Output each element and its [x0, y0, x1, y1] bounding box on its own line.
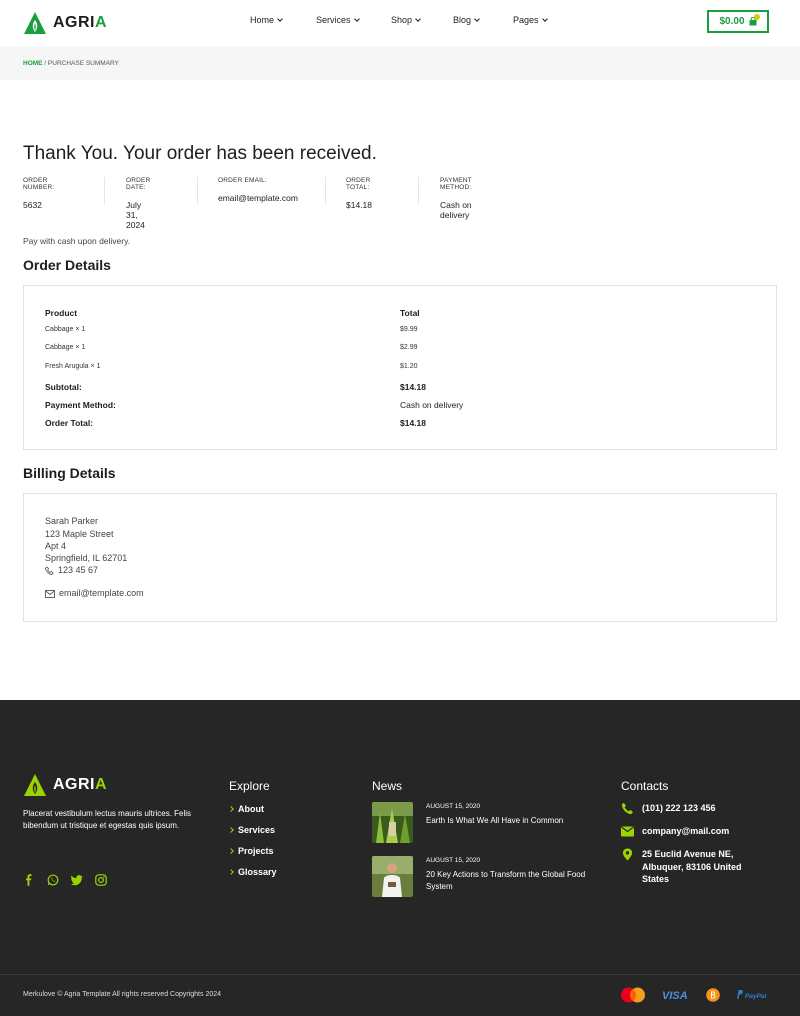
order-email: ORDER EMAIL: email@template.com [197, 177, 298, 205]
payment-method: PAYMENT METHOD: Cash on delivery [418, 177, 472, 220]
cart-total: $0.00 [719, 16, 745, 27]
footer-link-projects[interactable]: Projects [228, 846, 274, 856]
footer-logo[interactable]: AGRIA [23, 773, 107, 797]
news-thumbnail-image [372, 802, 413, 843]
footer-description: Placerat vestibulum lectus mauris ultric… [23, 809, 192, 830]
billing-city: Springfield, IL 62701 [45, 553, 128, 563]
phone-icon [45, 566, 54, 576]
contact-email[interactable]: company@mail.com [621, 825, 729, 838]
chevron-down-icon [474, 15, 480, 22]
visa-icon: VISA [662, 990, 688, 1002]
chevron-right-icon [228, 806, 234, 812]
chevron-down-icon [353, 15, 360, 22]
order-number: ORDER NUMBER: 5632 [23, 177, 55, 210]
billing-details-box: Sarah Parker 123 Maple Street Apt 4 Spri… [23, 493, 777, 622]
order-total: ORDER TOTAL: $14.18 [325, 177, 372, 210]
news-item[interactable]: AUGUST 15, 2020 Earth Is What We All Hav… [372, 802, 602, 844]
chevron-down-icon [277, 15, 283, 22]
chevron-down-icon [541, 15, 548, 22]
site-header: AGRIA Home Services Shop Blog Pages $0.0… [0, 0, 800, 46]
chevron-right-icon [228, 848, 234, 854]
svg-text:PayPal: PayPal [745, 993, 767, 1000]
payment-method-row: Payment Method: Cash on delivery [45, 400, 464, 410]
nav-shop[interactable]: Shop [391, 15, 421, 25]
news-item[interactable]: AUGUST 15, 2020 20 Key Actions to Transf… [372, 856, 602, 898]
facebook-icon[interactable] [23, 873, 35, 886]
map-pin-icon [622, 848, 633, 861]
twitter-icon[interactable] [70, 873, 83, 886]
page-title: Thank You. Your order has been received. [23, 143, 377, 164]
order-total-row: Order Total: $14.18 [45, 418, 426, 428]
explore-heading: Explore [229, 779, 270, 793]
main-nav: Home Services Shop Blog Pages [0, 15, 800, 29]
svg-text:VISA: VISA [662, 990, 688, 1002]
phone-icon [621, 802, 634, 815]
social-links [23, 873, 107, 886]
whatsapp-icon[interactable] [47, 873, 59, 886]
contact-address: 25 Euclid Avenue NE, Albuquer, 83106 Uni… [621, 848, 766, 886]
order-details-table: Product Total Cabbage × 1 $9.99 Cabbage … [23, 285, 777, 450]
breadcrumb: HOME / PURCHASE SUMMARY [23, 60, 119, 67]
order-details-title: Order Details [23, 257, 111, 273]
billing-details-title: Billing Details [23, 465, 116, 481]
table-row: Fresh Arugula × 1 $1.20 [45, 363, 418, 370]
breadcrumb-current: PURCHASE SUMMARY [47, 60, 119, 67]
order-date: ORDER DATE: July 31, 2024 [104, 177, 150, 230]
leaf-logo-icon [24, 774, 46, 796]
nav-services[interactable]: Services [316, 15, 360, 25]
footer-link-services[interactable]: Services [228, 825, 275, 835]
billing-name: Sarah Parker [45, 516, 99, 526]
contacts-heading: Contacts [621, 779, 669, 793]
billing-apt: Apt 4 [45, 541, 67, 551]
paypal-icon: PayPal [737, 990, 767, 1000]
chevron-right-icon [228, 869, 234, 875]
subtotal-row: Subtotal: $14.18 [45, 382, 426, 392]
instagram-icon[interactable] [95, 873, 107, 886]
chevron-right-icon [228, 827, 234, 833]
nav-blog[interactable]: Blog [453, 15, 480, 25]
news-heading: News [372, 779, 403, 793]
table-header: Product Total [45, 308, 420, 318]
bitcoin-icon [706, 988, 720, 1002]
nav-pages[interactable]: Pages [513, 15, 548, 25]
payment-note: Pay with cash upon delivery. [23, 236, 131, 246]
mail-icon [45, 589, 55, 598]
breadcrumb-home[interactable]: HOME [23, 60, 43, 67]
site-footer: AGRIA Placerat vestibulum lectus mauris … [0, 700, 800, 1016]
mastercard-icon [621, 987, 645, 1003]
billing-phone: 123 45 67 [45, 565, 98, 576]
footer-link-glossary[interactable]: Glossary [228, 867, 277, 877]
nav-home[interactable]: Home [250, 15, 283, 25]
cart-button[interactable]: $0.00 [707, 10, 769, 33]
footer-link-about[interactable]: About [228, 804, 264, 814]
mail-icon [621, 826, 634, 837]
table-row: Cabbage × 1 $9.99 [45, 326, 418, 333]
payment-methods: VISA PayPal [620, 987, 770, 1003]
chevron-down-icon [415, 15, 421, 22]
footer-divider [0, 974, 800, 975]
contact-phone[interactable]: (101) 222 123 456 [621, 802, 716, 815]
copyright: Merkulove © Agria Template All rights re… [23, 991, 222, 998]
footer-logo-text: AGRIA [53, 776, 108, 793]
table-row: Cabbage × 1 $2.99 [45, 344, 418, 351]
billing-email: email@template.com [45, 588, 144, 598]
cart-badge [754, 14, 760, 20]
breadcrumb-bar: HOME / PURCHASE SUMMARY [0, 46, 800, 80]
news-thumbnail-image [372, 856, 413, 897]
billing-street: 123 Maple Street [45, 529, 114, 539]
